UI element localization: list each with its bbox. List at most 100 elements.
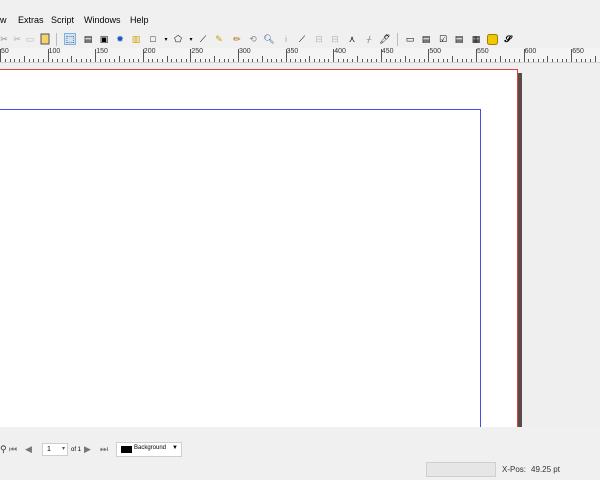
ruler-tick (76, 59, 78, 62)
zoom-tool-icon[interactable]: ⚲ (0, 444, 7, 455)
pdf-link-annotation-icon[interactable]: 𝓢 (502, 33, 514, 45)
ruler-label: 100 (48, 48, 61, 55)
ruler-tick (218, 59, 220, 62)
ruler-tick (575, 59, 577, 62)
pdf-combobox-icon[interactable]: ▤ (453, 33, 465, 45)
page-number-select[interactable]: 1 ▾ (42, 443, 68, 456)
shape-dropdown-icon[interactable]: ▾ (160, 33, 172, 45)
menu-script[interactable]: Script (51, 15, 74, 25)
bezier-icon[interactable]: ✎ (213, 33, 225, 45)
ruler-tick (166, 56, 168, 62)
ruler-tick (309, 56, 311, 62)
polygon-dropdown-icon[interactable]: ▾ (185, 33, 197, 45)
horizontal-ruler[interactable]: 50 100 150 200 250 300 350 400 450 500 550 600 650 (0, 48, 600, 63)
ruler-tick (304, 59, 306, 62)
ruler-tick (333, 49, 335, 62)
ruler-tick (452, 56, 454, 62)
line-icon[interactable]: ⟋ (197, 33, 209, 45)
ruler-tick (223, 59, 225, 62)
ruler-tick (238, 49, 239, 62)
ruler-tick (9, 59, 11, 62)
ruler-tick (342, 59, 344, 62)
unlink-frames-icon[interactable]: ⊟ (313, 33, 325, 45)
unlink-frames-icon-2[interactable]: ⊟ (329, 33, 341, 45)
menu-bar: w Extras Script Windows Help (0, 12, 600, 31)
ruler-label: 450 (381, 48, 394, 55)
menu-help[interactable]: Help (130, 15, 149, 25)
cut-icon[interactable]: ✂ (0, 33, 10, 45)
ruler-label: 150 (96, 48, 108, 55)
ruler-tick (14, 59, 16, 62)
pdf-checkbox-icon[interactable]: ☑ (437, 33, 449, 45)
ruler-tick (337, 59, 339, 62)
x-position-label: X-Pos: (502, 465, 527, 474)
rotate-icon[interactable]: ⟲ (247, 33, 259, 45)
table-icon[interactable]: ▥ (130, 33, 142, 45)
page-navigation-bar: ⚲ ⏮ ◀ 1 ▾ of 1 ▶ ⏭ Background ▼ (0, 439, 600, 462)
first-page-icon[interactable]: ⏮ (9, 444, 17, 455)
menu-windows[interactable]: Windows (84, 15, 121, 25)
text-frame-icon[interactable]: ▤ (82, 33, 94, 45)
pdf-button-icon[interactable]: ▭ (404, 33, 416, 45)
ruler-tick (442, 59, 444, 62)
page-number-value: 1 (47, 446, 51, 453)
ruler-tick (19, 59, 21, 62)
previous-page-icon[interactable]: ◀ (25, 444, 32, 455)
ruler-tick (490, 59, 492, 62)
polygon-icon[interactable]: ⬠ (172, 33, 184, 45)
image-frame-icon[interactable]: ▣ (98, 33, 110, 45)
copy-icon[interactable]: ▭ (24, 33, 36, 45)
ruler-tick (461, 59, 463, 62)
ruler-tick (352, 59, 354, 62)
ruler-tick (290, 59, 292, 62)
ruler-tick (52, 59, 54, 62)
ruler-tick (257, 59, 259, 62)
ruler-tick (580, 59, 582, 62)
ruler-label: 650 (572, 48, 584, 55)
ruler-tick (595, 56, 596, 62)
copy-properties-icon[interactable]: ᚋ (363, 33, 375, 45)
next-page-icon[interactable]: ▶ (84, 444, 91, 455)
ruler-tick (571, 49, 573, 62)
ruler-tick (366, 59, 368, 62)
select-icon[interactable]: ⬚ (64, 33, 76, 45)
zoom-icon[interactable]: 🔍︎ (263, 33, 275, 45)
pdf-text-annotation-icon[interactable] (486, 33, 498, 45)
eyedropper-icon[interactable]: 🖊︎ (379, 33, 391, 45)
layer-select[interactable]: Background ▼ (116, 442, 182, 457)
ruler-tick (552, 59, 554, 62)
ruler-label: 200 (143, 48, 156, 55)
ruler-label: 300 (239, 48, 251, 55)
freehand-icon[interactable]: ✏ (231, 33, 243, 45)
ruler-tick (295, 59, 297, 62)
ruler-tick (119, 56, 120, 62)
render-frame-icon[interactable]: ✹ (114, 33, 126, 45)
edit-text-icon[interactable]: Ꭵ (280, 33, 292, 45)
ruler-tick (528, 59, 530, 62)
ruler-tick (380, 49, 382, 62)
paste-icon[interactable] (39, 33, 51, 45)
ruler-tick (556, 59, 558, 62)
ruler-tick (456, 59, 458, 62)
ruler-tick (566, 59, 568, 62)
ruler-label: 500 (429, 48, 442, 55)
ruler-tick (133, 59, 135, 62)
ruler-tick (323, 59, 325, 62)
ruler-tick (409, 59, 411, 62)
ruler-tick (247, 59, 249, 62)
menu-view[interactable]: w (0, 15, 7, 25)
cut-icon-2[interactable]: ✂ (11, 33, 23, 45)
menu-extras[interactable]: Extras (18, 15, 44, 25)
ruler-tick (466, 59, 468, 62)
shape-icon[interactable]: □ (147, 33, 159, 45)
ruler-tick (495, 59, 497, 62)
ruler-label: 600 (524, 48, 537, 55)
last-page-icon[interactable]: ⏭ (100, 444, 108, 455)
pdf-listbox-icon[interactable]: ▦ (470, 33, 482, 45)
ruler-tick (371, 59, 373, 62)
link-frames-icon[interactable]: ⟋ (296, 33, 308, 45)
pdf-textfield-icon[interactable]: ▤ (420, 33, 432, 45)
measure-icon[interactable]: ⋏ (346, 33, 358, 45)
ruler-tick (4, 59, 6, 62)
ruler-tick (33, 59, 35, 62)
